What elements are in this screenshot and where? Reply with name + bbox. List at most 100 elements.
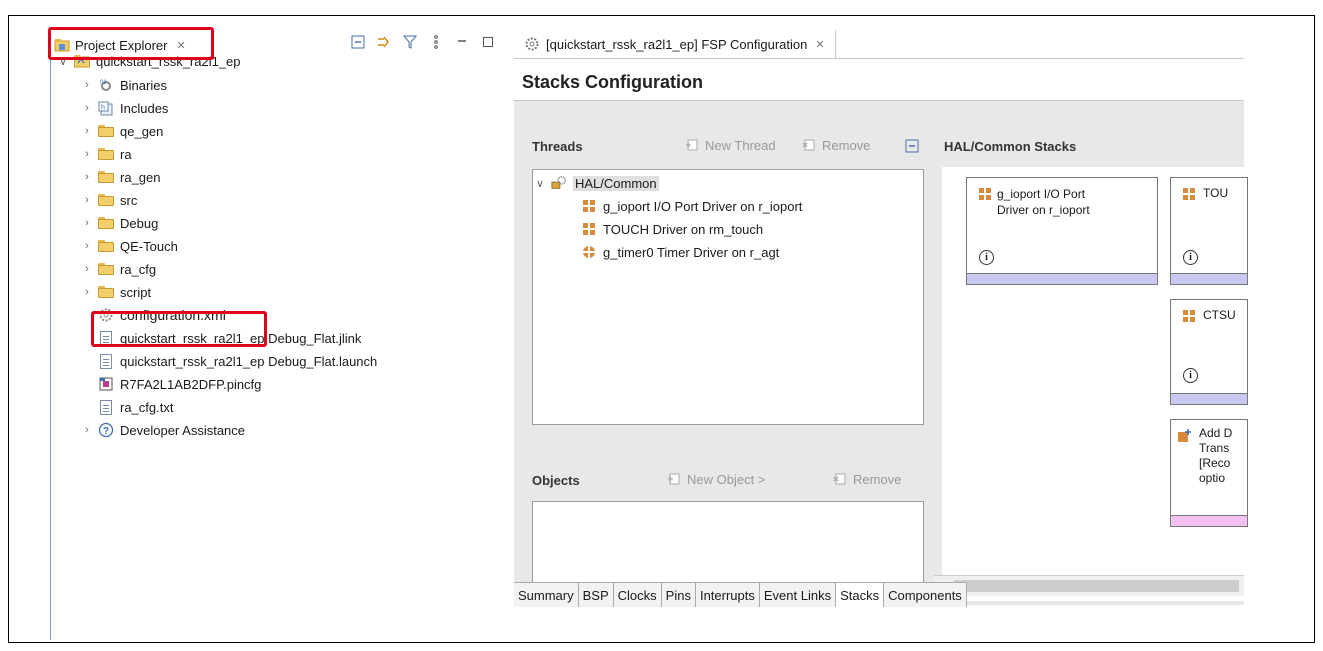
thread-label: HAL/Common (573, 175, 659, 191)
highlight-project-explorer (48, 27, 214, 60)
view-border (50, 56, 51, 640)
link-with-editor-icon[interactable] (376, 34, 392, 50)
source-folder-icon (98, 169, 114, 185)
module-icon (1181, 308, 1197, 324)
highlight-configuration-xml (91, 311, 267, 347)
module-icon (581, 244, 597, 260)
project-explorer-toolbar (350, 34, 496, 50)
source-folder-icon (98, 123, 114, 139)
hal-stacks-title: HAL/Common Stacks (944, 139, 1077, 154)
tree-item-launch[interactable]: quickstart_rssk_ra2l1_ep Debug_Flat.laun… (98, 350, 377, 372)
maximize-icon[interactable] (480, 34, 496, 50)
card-bar (967, 273, 1157, 284)
tab-components[interactable]: Components (884, 583, 967, 607)
chevron-right-icon[interactable]: › (82, 102, 92, 114)
tree-item-label: ra_gen (120, 169, 161, 185)
threads-title: Threads (532, 139, 583, 154)
card-line: optio (1199, 471, 1226, 485)
chevron-down-icon[interactable]: ∨ (535, 177, 545, 190)
thread-module-ioport[interactable]: g_ioport I/O Port Driver on r_ioport (581, 195, 802, 217)
tree-item-src[interactable]: › src (82, 189, 137, 211)
tree-item-developer-assistance[interactable]: › ? Developer Assistance (82, 419, 245, 441)
stack-card-add-dtc[interactable]: Add D Trans [Reco optio (1170, 419, 1248, 527)
chevron-right-icon[interactable]: › (82, 424, 92, 436)
new-object-button[interactable]: New Object > (666, 471, 765, 487)
gear-icon (524, 36, 540, 52)
horizontal-scrollbar[interactable]: ‹ (934, 575, 1244, 596)
folder-icon (98, 215, 114, 231)
collapse-all-icon[interactable] (350, 34, 366, 50)
includes-icon: h (98, 100, 114, 116)
folder-icon (98, 261, 114, 277)
module-label: TOUCH Driver on rm_touch (603, 221, 764, 237)
add-module-icon (1177, 428, 1193, 444)
editor-bottom-tabs: Summary BSP Clocks Pins Interrupts Event… (514, 582, 967, 607)
tree-item-script[interactable]: › script (82, 281, 151, 303)
tree-item-qe-gen[interactable]: › qe_gen (82, 120, 163, 142)
tab-summary[interactable]: Summary (514, 583, 579, 607)
tab-label: [quickstart_rssk_ra2l1_ep] FSP Configura… (546, 36, 808, 52)
view-menu-icon[interactable] (428, 34, 444, 50)
card-line: g_ioport I/O Port (997, 187, 1086, 201)
tree-item-label: Debug (120, 215, 159, 231)
filter-icon[interactable] (402, 34, 418, 50)
chevron-right-icon[interactable]: › (82, 148, 92, 160)
scrollbar-thumb[interactable] (954, 580, 1239, 592)
stack-card-touch[interactable]: TOU i (1170, 177, 1248, 285)
thread-hal-common[interactable]: ∨ HAL/Common (535, 172, 659, 194)
tree-item-qe-touch[interactable]: › QE-Touch (82, 235, 178, 257)
thread-module-timer[interactable]: g_timer0 Timer Driver on r_agt (581, 241, 779, 263)
close-icon[interactable]: ✕ (815, 38, 824, 51)
chevron-right-icon[interactable]: › (82, 286, 92, 298)
thread-module-touch[interactable]: TOUCH Driver on rm_touch (581, 218, 763, 240)
tree-item-binaries[interactable]: › 01 Binaries (82, 74, 167, 96)
tree-item-ra-gen[interactable]: › ra_gen (82, 166, 160, 188)
tab-bsp[interactable]: BSP (578, 583, 614, 607)
tab-clocks[interactable]: Clocks (613, 583, 662, 607)
threads-tree-panel: ∨ HAL/Common g_ioport I/O Port Driver on… (532, 169, 924, 425)
info-icon[interactable]: i (1183, 250, 1198, 265)
tab-stacks[interactable]: Stacks (836, 583, 885, 607)
fsp-configuration-editor: [quickstart_rssk_ra2l1_ep] FSP Configura… (514, 30, 1248, 610)
chevron-right-icon[interactable]: › (82, 194, 92, 206)
card-line: CTSU (1203, 308, 1236, 322)
tree-item-ra-cfg-txt[interactable]: ra_cfg.txt (98, 396, 173, 418)
stack-card-ioport[interactable]: g_ioport I/O Port Driver on r_ioport i (966, 177, 1158, 285)
module-label: g_timer0 Timer Driver on r_agt (603, 244, 780, 260)
hal-thread-icon (551, 175, 567, 191)
card-bar (1171, 515, 1247, 526)
fsp-configuration-tab[interactable]: [quickstart_rssk_ra2l1_ep] FSP Configura… (514, 30, 836, 58)
info-icon[interactable]: i (1183, 368, 1198, 383)
tree-item-debug[interactable]: › Debug (82, 212, 158, 234)
folder-icon (98, 284, 114, 300)
card-line: [Reco (1199, 456, 1231, 470)
chevron-right-icon[interactable]: › (82, 240, 92, 252)
chevron-right-icon[interactable]: › (82, 171, 92, 183)
collapse-all-icon[interactable] (904, 138, 920, 154)
svg-text:h: h (101, 105, 105, 112)
chevron-right-icon[interactable]: › (82, 125, 92, 137)
tree-item-label: ra_cfg.txt (120, 399, 174, 415)
tree-item-label: ra_cfg (120, 261, 157, 277)
file-icon (98, 353, 114, 369)
new-thread-label: New Thread (705, 137, 776, 153)
tab-pins[interactable]: Pins (661, 583, 696, 607)
tree-item-ra[interactable]: › ra (82, 143, 131, 165)
info-icon[interactable]: i (979, 250, 994, 265)
new-thread-button[interactable]: New Thread (684, 137, 776, 153)
remove-thread-button[interactable]: Remove (801, 137, 870, 153)
chevron-right-icon[interactable]: › (82, 263, 92, 275)
tree-item-ra-cfg[interactable]: › ra_cfg (82, 258, 156, 280)
stack-card-ctsu[interactable]: CTSU i (1170, 299, 1248, 405)
tree-item-pincfg[interactable]: R7FA2L1AB2DFP.pincfg (98, 373, 261, 395)
tab-event-links[interactable]: Event Links (759, 583, 837, 607)
module-label: g_ioport I/O Port Driver on r_ioport (603, 198, 803, 214)
minimize-icon[interactable] (454, 34, 470, 50)
chevron-right-icon[interactable]: › (82, 217, 92, 229)
card-bar (1171, 273, 1247, 284)
card-line: TOU (1203, 186, 1229, 200)
remove-object-button[interactable]: Remove (832, 471, 901, 487)
tree-item-includes[interactable]: › h Includes (82, 97, 168, 119)
chevron-right-icon[interactable]: › (82, 79, 92, 91)
tab-interrupts[interactable]: Interrupts (695, 583, 760, 607)
